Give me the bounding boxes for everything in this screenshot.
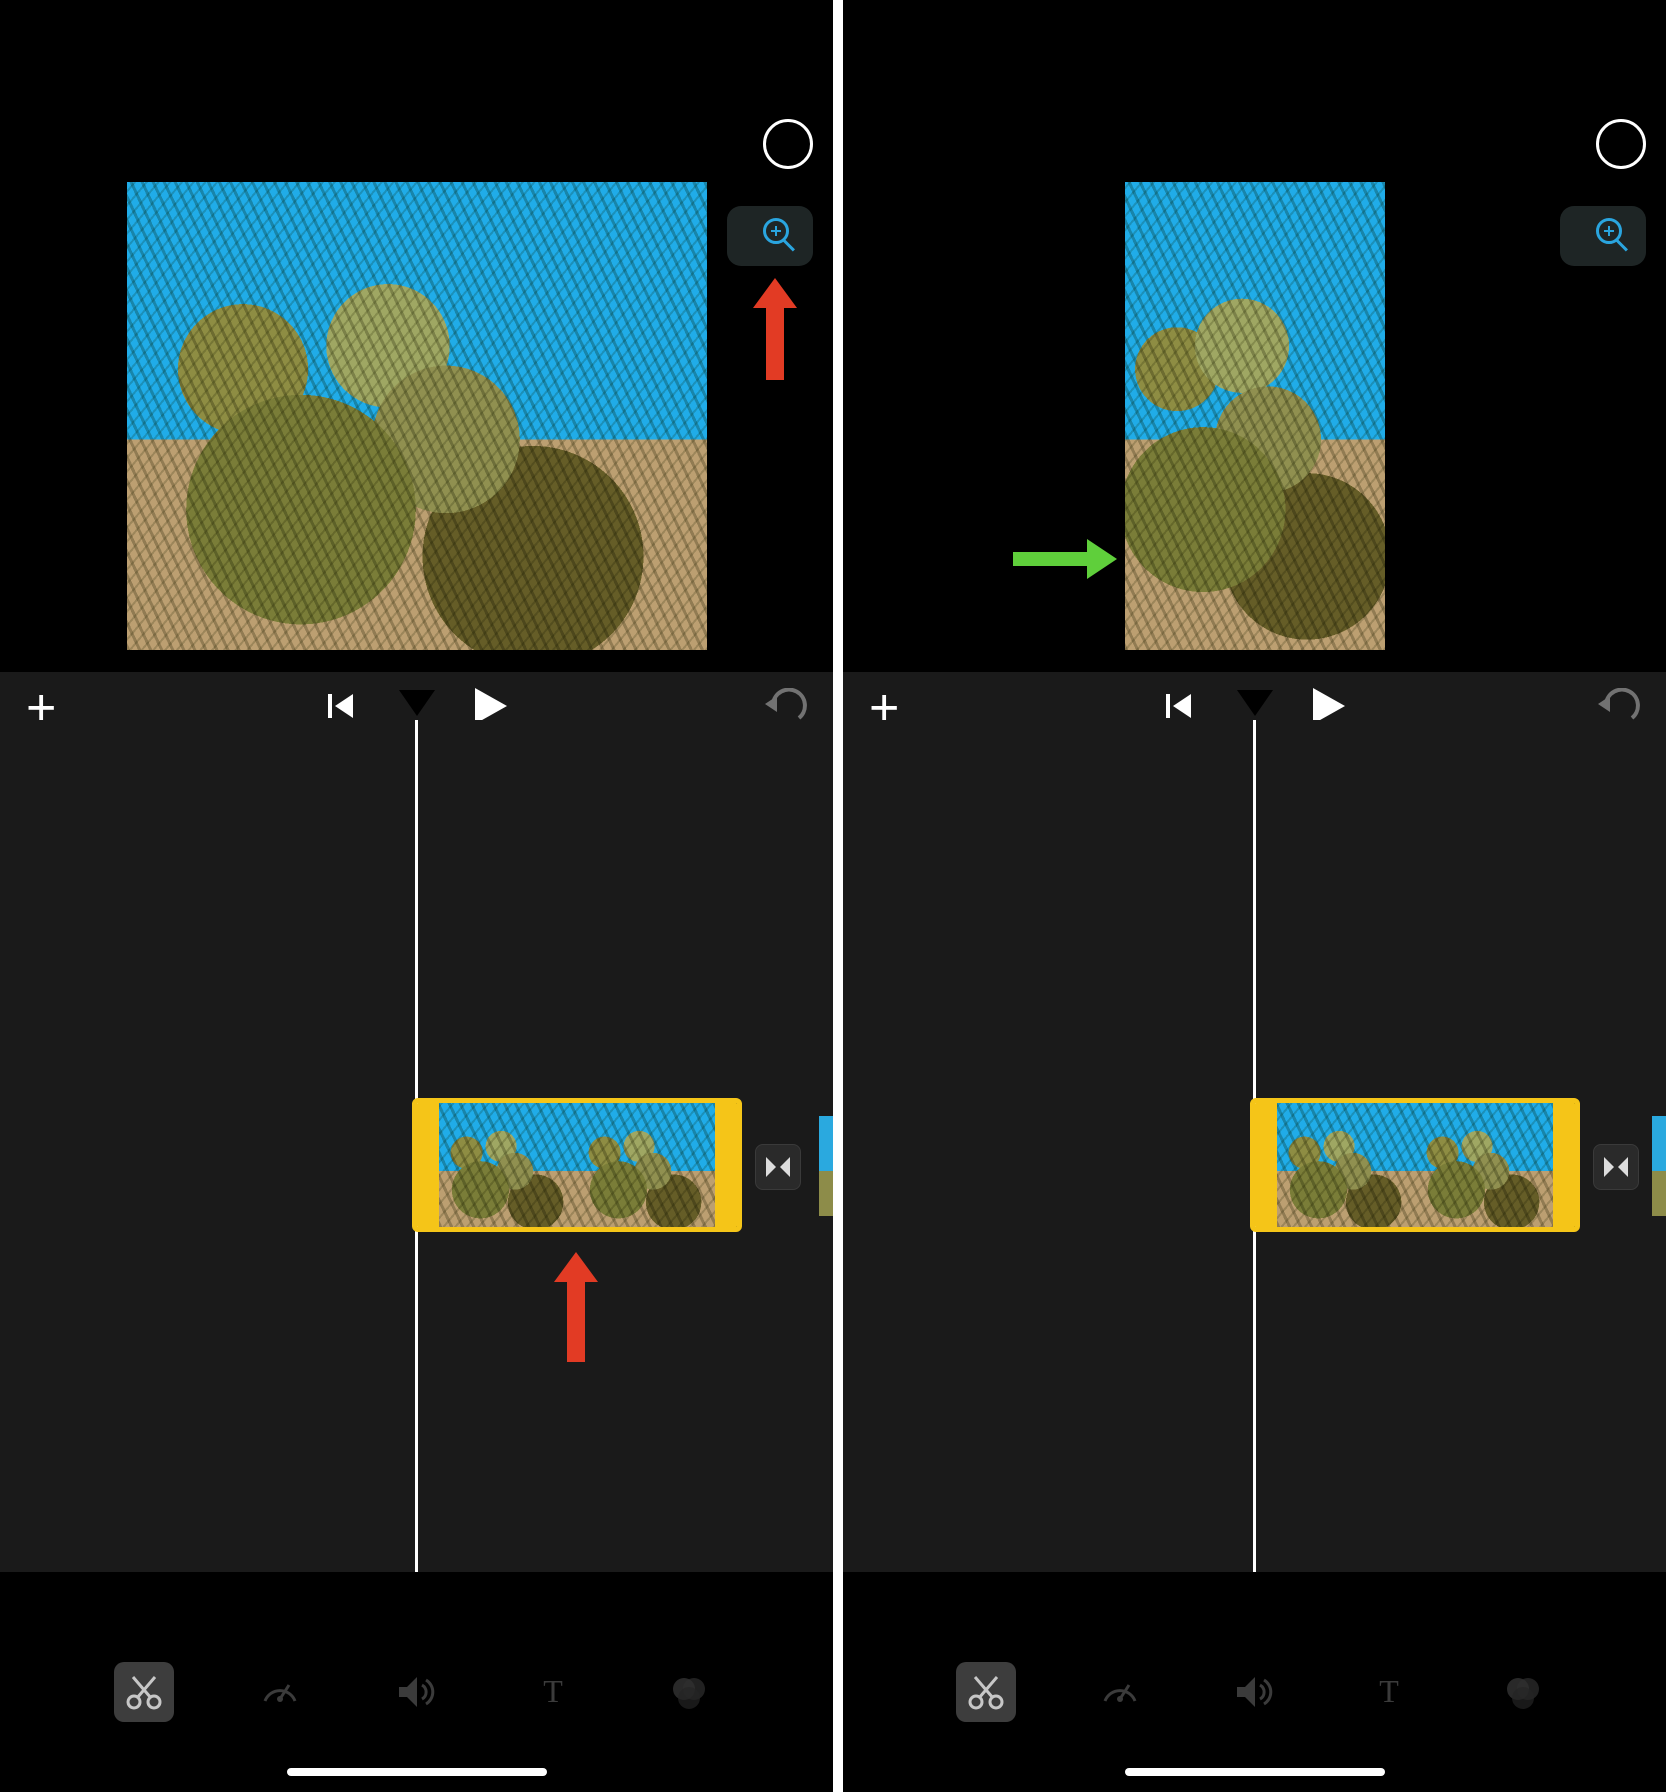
svg-text:T: T: [543, 1673, 563, 1709]
clip-trim-handle-right[interactable]: [715, 1103, 737, 1227]
pinch-to-zoom-tip[interactable]: [1560, 206, 1646, 266]
clip-trim-handle-left[interactable]: [1255, 1103, 1277, 1227]
home-indicator[interactable]: [1125, 1768, 1385, 1776]
clip-thumbnails: [439, 1103, 715, 1227]
cut-tab[interactable]: [114, 1662, 174, 1722]
transition-button[interactable]: [1593, 1144, 1639, 1190]
annotation-arrow-fitted-preview: [1013, 552, 1089, 566]
help-button[interactable]: [763, 119, 813, 169]
screenshot-left: +: [0, 0, 833, 1792]
preview-viewport[interactable]: [843, 182, 1666, 662]
annotation-arrow-selected-clip: [567, 1280, 585, 1362]
preview-canvas[interactable]: [127, 182, 707, 650]
preview-photo: [127, 182, 707, 650]
help-button[interactable]: [1596, 119, 1646, 169]
magnifier-plus-icon[interactable]: [763, 218, 799, 254]
tool-tabs: T: [843, 1662, 1666, 1722]
clip-trim-handle-right[interactable]: [1553, 1103, 1575, 1227]
transition-button[interactable]: [755, 1144, 801, 1190]
next-clip-peek[interactable]: [1652, 1116, 1666, 1216]
next-clip-peek[interactable]: [819, 1116, 833, 1216]
annotation-arrow-zoom-icon: [766, 306, 784, 380]
timeline[interactable]: [843, 720, 1666, 1572]
svg-text:T: T: [1379, 1673, 1399, 1709]
filters-tab[interactable]: [1493, 1662, 1553, 1722]
pinch-to-zoom-tip[interactable]: [727, 206, 813, 266]
titles-tab[interactable]: T: [523, 1662, 583, 1722]
clip-thumbnails: [1277, 1103, 1553, 1227]
speed-tab[interactable]: [250, 1662, 310, 1722]
clip-trim-handle-left[interactable]: [417, 1103, 439, 1227]
preview-viewport[interactable]: [0, 182, 833, 662]
filters-tab[interactable]: [659, 1662, 719, 1722]
timeline[interactable]: [0, 720, 833, 1572]
top-bar: [0, 110, 833, 178]
speed-tab[interactable]: [1090, 1662, 1150, 1722]
screenshot-right: +: [833, 0, 1666, 1792]
tool-tabs: T: [0, 1662, 833, 1722]
volume-tab[interactable]: [386, 1662, 446, 1722]
magnifier-plus-icon[interactable]: [1596, 218, 1632, 254]
selected-clip[interactable]: [412, 1098, 742, 1232]
selected-clip[interactable]: [1250, 1098, 1580, 1232]
titles-tab[interactable]: T: [1359, 1662, 1419, 1722]
home-indicator[interactable]: [287, 1768, 547, 1776]
cut-tab[interactable]: [956, 1662, 1016, 1722]
top-bar: [843, 110, 1666, 178]
playhead-marker-icon: [399, 690, 435, 716]
preview-canvas[interactable]: [1125, 182, 1385, 650]
playhead-marker-icon: [1237, 690, 1273, 716]
volume-tab[interactable]: [1224, 1662, 1284, 1722]
preview-photo: [1125, 182, 1385, 650]
